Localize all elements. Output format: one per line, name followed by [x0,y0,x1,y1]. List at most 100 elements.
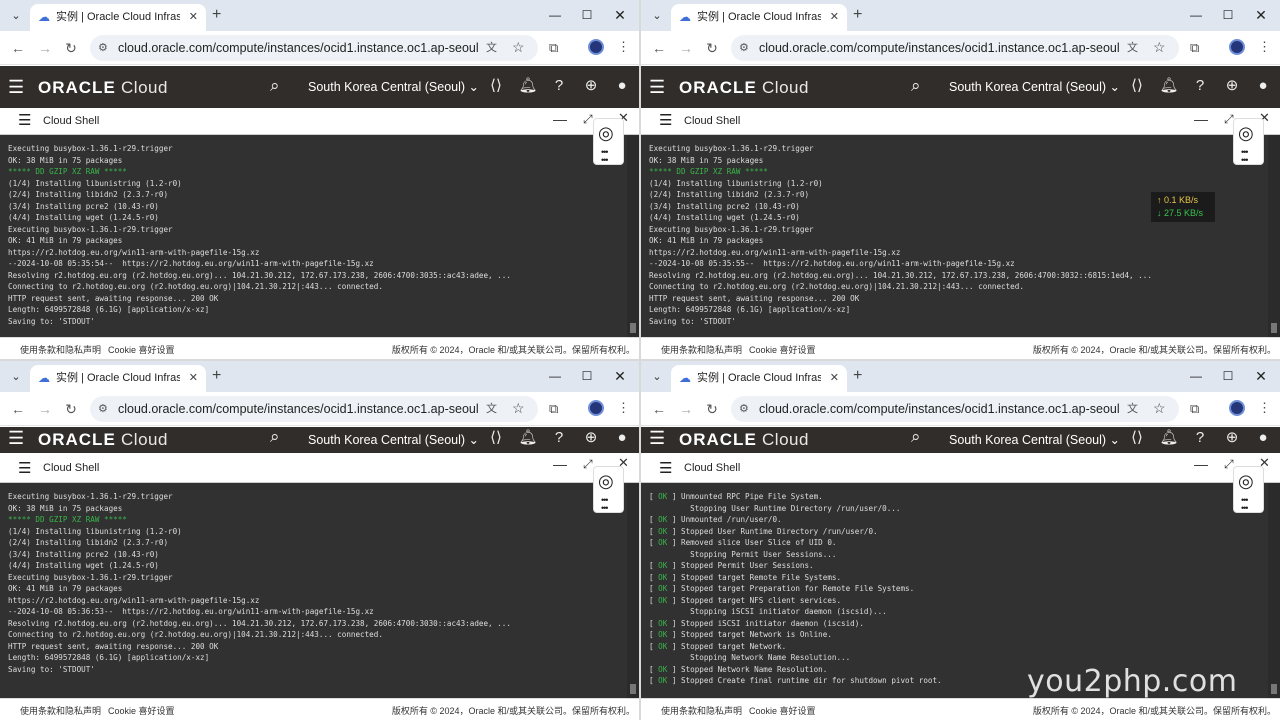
scrollbar-thumb[interactable] [1271,684,1277,694]
search-icon[interactable]: ⌕ [270,76,280,96]
browser-tab[interactable]: ☁ 实例 | Oracle Cloud Infrastructure ✕ [671,4,847,31]
url-text[interactable]: cloud.oracle.com/compute/instances/ocid1… [118,40,478,56]
notification-bell-icon[interactable]: 🔔︎ [518,429,538,447]
new-tab-button[interactable]: + [853,5,862,25]
browser-menu-icon[interactable]: ⋮ [1258,400,1271,416]
profile-avatar[interactable] [588,39,604,55]
bookmark-star-icon[interactable]: ☆ [512,399,525,417]
reload-icon[interactable]: ↻ [703,39,721,57]
back-icon[interactable]: ← [9,39,27,57]
window-maximize-button[interactable]: ☐ [1219,367,1237,385]
language-globe-icon[interactable]: ⊕ [581,77,601,95]
scrollbar-thumb[interactable] [630,323,636,333]
language-globe-icon[interactable]: ⊕ [1222,429,1242,447]
address-bar[interactable]: ⚙ cloud.oracle.com/compute/instances/oci… [90,35,538,61]
hamburger-menu-icon[interactable]: ☰ [649,77,665,97]
reload-icon[interactable]: ↻ [703,400,721,418]
new-tab-button[interactable]: + [212,5,221,25]
help-widget[interactable]: ◎ ••• ••• [593,118,624,165]
shell-menu-icon[interactable]: ☰ [18,113,31,129]
shell-minimize-button[interactable]: — [1194,457,1208,471]
cookie-preferences-link[interactable]: Cookie 喜好设置 [108,344,175,356]
user-profile-icon[interactable]: ● [1253,429,1273,447]
search-icon[interactable]: ⌕ [911,427,921,447]
window-maximize-button[interactable]: ☐ [578,6,596,24]
reload-icon[interactable]: ↻ [62,400,80,418]
terms-link[interactable]: 使用条款和隐私声明 [20,344,101,356]
terminal-scrollbar[interactable] [1268,135,1280,337]
back-icon[interactable]: ← [9,400,27,418]
oracle-cloud-logo[interactable]: ORACLE Cloud [38,78,168,98]
help-icon[interactable]: ? [1190,77,1210,95]
help-widget[interactable]: ◎ ••• ••• [1233,118,1264,165]
terminal-output[interactable]: Executing busybox-1.36.1-r29.trigger OK: … [0,483,627,698]
shell-menu-icon[interactable]: ☰ [659,113,672,129]
terminal-output[interactable]: Executing busybox-1.36.1-r29.trigger OK: … [0,135,627,337]
notification-bell-icon[interactable]: 🔔︎ [518,77,538,95]
hamburger-menu-icon[interactable]: ☰ [8,77,24,97]
bookmark-star-icon[interactable]: ☆ [512,38,525,56]
extensions-icon[interactable]: ⧉ [1190,40,1199,56]
browser-tab[interactable]: ☁ 实例 | Oracle Cloud Infrastructure ✕ [30,4,206,31]
terms-link[interactable]: 使用条款和隐私声明 [20,705,101,717]
site-info-icon[interactable]: ⚙ [739,39,749,57]
region-selector[interactable]: South Korea Central (Seoul) ⌄ [308,432,479,448]
user-profile-icon[interactable]: ● [612,77,632,95]
window-minimize-button[interactable]: — [1187,6,1205,24]
shell-minimize-button[interactable]: — [553,457,567,471]
browser-menu-icon[interactable]: ⋮ [617,400,630,416]
window-minimize-button[interactable]: — [546,367,564,385]
window-close-button[interactable]: ✕ [1252,6,1270,24]
terminal-scrollbar[interactable] [627,483,639,698]
language-globe-icon[interactable]: ⊕ [581,429,601,447]
help-icon[interactable]: ? [1190,429,1210,447]
tab-close-icon[interactable]: ✕ [830,370,839,386]
tab-close-icon[interactable]: ✕ [189,9,198,25]
hamburger-menu-icon[interactable]: ☰ [649,428,665,448]
shell-menu-icon[interactable]: ☰ [659,461,672,477]
terms-link[interactable]: 使用条款和隐私声明 [661,344,742,356]
oracle-cloud-logo[interactable]: ORACLE Cloud [679,430,809,450]
translate-icon[interactable]: 文 [1127,400,1138,418]
scrollbar-thumb[interactable] [1271,323,1277,333]
oracle-cloud-logo[interactable]: ORACLE Cloud [679,78,809,98]
terminal-output[interactable]: Executing busybox-1.36.1-r29.trigger OK: … [641,135,1268,337]
shell-menu-icon[interactable]: ☰ [18,461,31,477]
help-icon[interactable]: ? [549,429,569,447]
user-profile-icon[interactable]: ● [612,429,632,447]
site-info-icon[interactable]: ⚙ [98,39,108,57]
hamburger-menu-icon[interactable]: ☰ [8,428,24,448]
region-selector[interactable]: South Korea Central (Seoul) ⌄ [949,432,1120,448]
browser-menu-icon[interactable]: ⋮ [617,39,630,55]
shell-maximize-button[interactable]: ⤢ [583,457,593,471]
notification-bell-icon[interactable]: 🔔︎ [1159,429,1179,447]
terminal-scrollbar[interactable] [1268,483,1280,698]
profile-avatar[interactable] [1229,400,1245,416]
developer-tools-icon[interactable]: ⟨⟩ [1127,77,1147,95]
site-info-icon[interactable]: ⚙ [98,400,108,418]
developer-tools-icon[interactable]: ⟨⟩ [1127,429,1147,447]
shell-maximize-button[interactable]: ⤢ [583,112,593,126]
region-selector[interactable]: South Korea Central (Seoul) ⌄ [308,79,479,95]
help-widget[interactable]: ◎ ••• ••• [593,466,624,513]
search-icon[interactable]: ⌕ [911,76,921,96]
help-icon[interactable]: ? [549,77,569,95]
browser-menu-icon[interactable]: ⋮ [1258,39,1271,55]
window-close-button[interactable]: ✕ [611,6,629,24]
browser-tab[interactable]: ☁ 实例 | Oracle Cloud Infrastructure ✕ [671,365,847,392]
terms-link[interactable]: 使用条款和隐私声明 [661,705,742,717]
forward-icon[interactable]: → [36,400,54,418]
url-text[interactable]: cloud.oracle.com/compute/instances/ocid1… [759,40,1119,56]
forward-icon[interactable]: → [36,39,54,57]
translate-icon[interactable]: 文 [486,400,497,418]
url-text[interactable]: cloud.oracle.com/compute/instances/ocid1… [118,401,478,417]
address-bar[interactable]: ⚙ cloud.oracle.com/compute/instances/oci… [731,35,1179,61]
tab-search-icon[interactable]: ⌄ [6,6,26,26]
tab-search-icon[interactable]: ⌄ [647,367,667,387]
reload-icon[interactable]: ↻ [62,39,80,57]
extensions-icon[interactable]: ⧉ [549,40,558,56]
url-text[interactable]: cloud.oracle.com/compute/instances/ocid1… [759,401,1119,417]
window-minimize-button[interactable]: — [1187,367,1205,385]
terminal-scrollbar[interactable] [627,135,639,337]
translate-icon[interactable]: 文 [486,39,497,57]
